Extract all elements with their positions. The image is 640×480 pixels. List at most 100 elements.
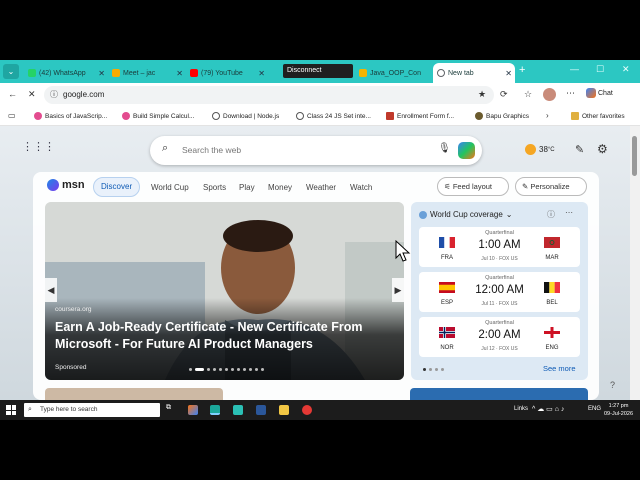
copilot-chat-button[interactable]: Chat [586, 88, 613, 98]
chevron-down-icon: ⌄ [505, 210, 513, 219]
minimize-icon[interactable]: — [570, 64, 579, 74]
carousel-prev-button[interactable]: ◀ [45, 278, 57, 302]
tab-java-oop[interactable]: Java_OOP_Con [355, 63, 431, 83]
windows-start-icon[interactable] [6, 405, 16, 415]
tab-youtube[interactable]: (79) YouTube ✕ [186, 63, 268, 83]
close-icon[interactable]: ✕ [258, 69, 265, 78]
stop-loading-icon[interactable]: ✕ [28, 89, 36, 100]
copilot-app-icon[interactable] [188, 405, 198, 415]
close-icon[interactable]: ✕ [505, 69, 512, 78]
carousel-dot[interactable] [255, 368, 258, 371]
feed-layout-button[interactable]: ⚟ Feed layout [437, 177, 509, 196]
weather-widget[interactable]: 38 °C [525, 144, 555, 155]
scrollbar-thumb[interactable] [632, 136, 637, 176]
microphone-icon[interactable]: 🎙 [438, 143, 451, 154]
carousel-dot[interactable] [195, 368, 204, 371]
pager-dot[interactable] [423, 368, 426, 371]
word-app-icon[interactable] [256, 405, 266, 415]
bookmark-item[interactable]: Basics of JavaScrip... [34, 112, 107, 120]
more-options-icon[interactable]: ⋯ [565, 208, 573, 217]
bookmark-item[interactable]: Class 24 JS Set inte... [296, 112, 371, 120]
more-menu-icon[interactable]: ⋯ [566, 88, 575, 99]
help-icon[interactable]: ? [610, 380, 615, 390]
new-tab-button[interactable]: + [519, 64, 525, 76]
page-scrollbar[interactable] [630, 126, 640, 400]
tab-play[interactable]: Play [239, 183, 255, 192]
carousel-dot[interactable] [189, 368, 192, 371]
screen-recorder-icon[interactable] [302, 405, 312, 415]
tab-title: Meet – jac [123, 69, 156, 77]
tab-whatsapp[interactable]: (42) WhatsApp ✕ [24, 63, 108, 83]
search-input[interactable]: ⌕ Search the web 🎙 [150, 136, 482, 165]
apps-grid-icon[interactable]: ⋮⋮⋮ [22, 140, 55, 153]
carousel-dot[interactable] [249, 368, 252, 371]
world-cup-title[interactable]: World Cup coverage ⌄ [419, 210, 512, 219]
maximize-icon[interactable]: ☐ [596, 64, 604, 75]
clock[interactable]: 1:27 pm 09-Jul-2026 [604, 402, 633, 418]
article-source: coursera.org [55, 306, 92, 313]
carousel-next-button[interactable]: ▶ [392, 278, 404, 302]
personalize-button[interactable]: ✎ Personalize [515, 177, 587, 196]
carousel-dot[interactable] [243, 368, 246, 371]
pager-dot[interactable] [435, 368, 438, 371]
url-text[interactable]: google.com [63, 90, 104, 99]
bookmark-item[interactable]: Bapu Graphics [475, 112, 529, 120]
bookmark-folder-icon[interactable]: ▭ [8, 111, 16, 120]
favorite-star-icon[interactable]: ★ [478, 89, 486, 100]
match-card[interactable]: ESP Quarterfinal 12:00 AM Jul 11 · FOX U… [419, 272, 580, 312]
info-icon[interactable]: ⓘ [547, 209, 555, 220]
carousel-dot[interactable] [219, 368, 222, 371]
tab-discover[interactable]: Discover [93, 177, 141, 197]
copilot-icon[interactable] [458, 142, 475, 159]
tab-weather[interactable]: Weather [306, 183, 336, 192]
feed-card-preview[interactable] [410, 388, 588, 400]
tab-actions-button[interactable]: ⌄ [3, 64, 19, 79]
tab-new-tab[interactable]: New tab ✕ [433, 63, 515, 83]
favorites-icon[interactable]: ☆ [524, 89, 532, 100]
links-toolbar[interactable]: Links [514, 406, 528, 412]
carousel-dot[interactable] [225, 368, 228, 371]
bookmark-item[interactable]: Download | Node.js [212, 112, 279, 120]
avatar[interactable] [543, 88, 556, 101]
pager-dot[interactable] [441, 368, 444, 371]
match-card[interactable]: FRA Quarterfinal 1:00 AM Jul 10 · FOX US… [419, 227, 580, 267]
tab-meet[interactable]: Meet – jac ✕ [108, 63, 186, 83]
disconnect-button[interactable]: Disconnect [283, 64, 353, 78]
carousel-dot[interactable] [237, 368, 240, 371]
see-more-link[interactable]: See more [543, 364, 576, 373]
extensions-icon[interactable]: ⟳ [500, 89, 508, 100]
feed-card-preview[interactable] [45, 388, 223, 400]
store-app-icon[interactable] [233, 405, 243, 415]
msn-logo[interactable]: msn [47, 179, 85, 191]
article-title[interactable]: Earn A Job-Ready Certificate - New Certi… [55, 319, 400, 353]
other-favorites[interactable]: Other favorites [571, 112, 625, 120]
chevron-right-icon[interactable]: › [546, 111, 549, 120]
carousel-dot[interactable] [261, 368, 264, 371]
edit-icon[interactable]: ✎ [575, 143, 584, 156]
taskbar-search-input[interactable]: ⌕ Type here to search [24, 403, 160, 417]
hero-article-card[interactable]: coursera.org Earn A Job-Ready Certificat… [45, 202, 404, 380]
close-window-icon[interactable]: ✕ [622, 64, 630, 75]
match-card[interactable]: NOR Quarterfinal 2:00 AM Jul 12 · FOX US… [419, 317, 580, 357]
tab-money[interactable]: Money [268, 183, 292, 192]
file-explorer-icon[interactable] [279, 405, 289, 415]
tab-sports[interactable]: Sports [203, 183, 226, 192]
task-view-icon[interactable]: ⧉ [166, 404, 176, 414]
tab-world-cup[interactable]: World Cup [151, 183, 189, 192]
back-icon[interactable]: ← [8, 89, 17, 99]
pager-dot[interactable] [429, 368, 432, 371]
carousel-dot[interactable] [207, 368, 210, 371]
bookmark-item[interactable]: Build Simple Calcul... [122, 112, 194, 120]
carousel-dot[interactable] [231, 368, 234, 371]
bookmark-item[interactable]: Enrollment Form f... [386, 112, 454, 120]
gear-icon[interactable]: ⚙ [597, 142, 608, 156]
close-icon[interactable]: ✕ [176, 69, 183, 78]
carousel-dot[interactable] [213, 368, 216, 371]
edge-app-icon[interactable] [210, 405, 220, 415]
tab-watch[interactable]: Watch [350, 183, 372, 192]
address-bar[interactable]: ⓘ google.com ★ [44, 86, 494, 104]
tray-icons[interactable]: ^ ☁ ▭ ⌂ ♪ [532, 405, 564, 413]
site-info-icon[interactable]: ⓘ [50, 89, 58, 100]
language-indicator[interactable]: ENG [588, 406, 601, 412]
close-icon[interactable]: ✕ [98, 69, 105, 78]
